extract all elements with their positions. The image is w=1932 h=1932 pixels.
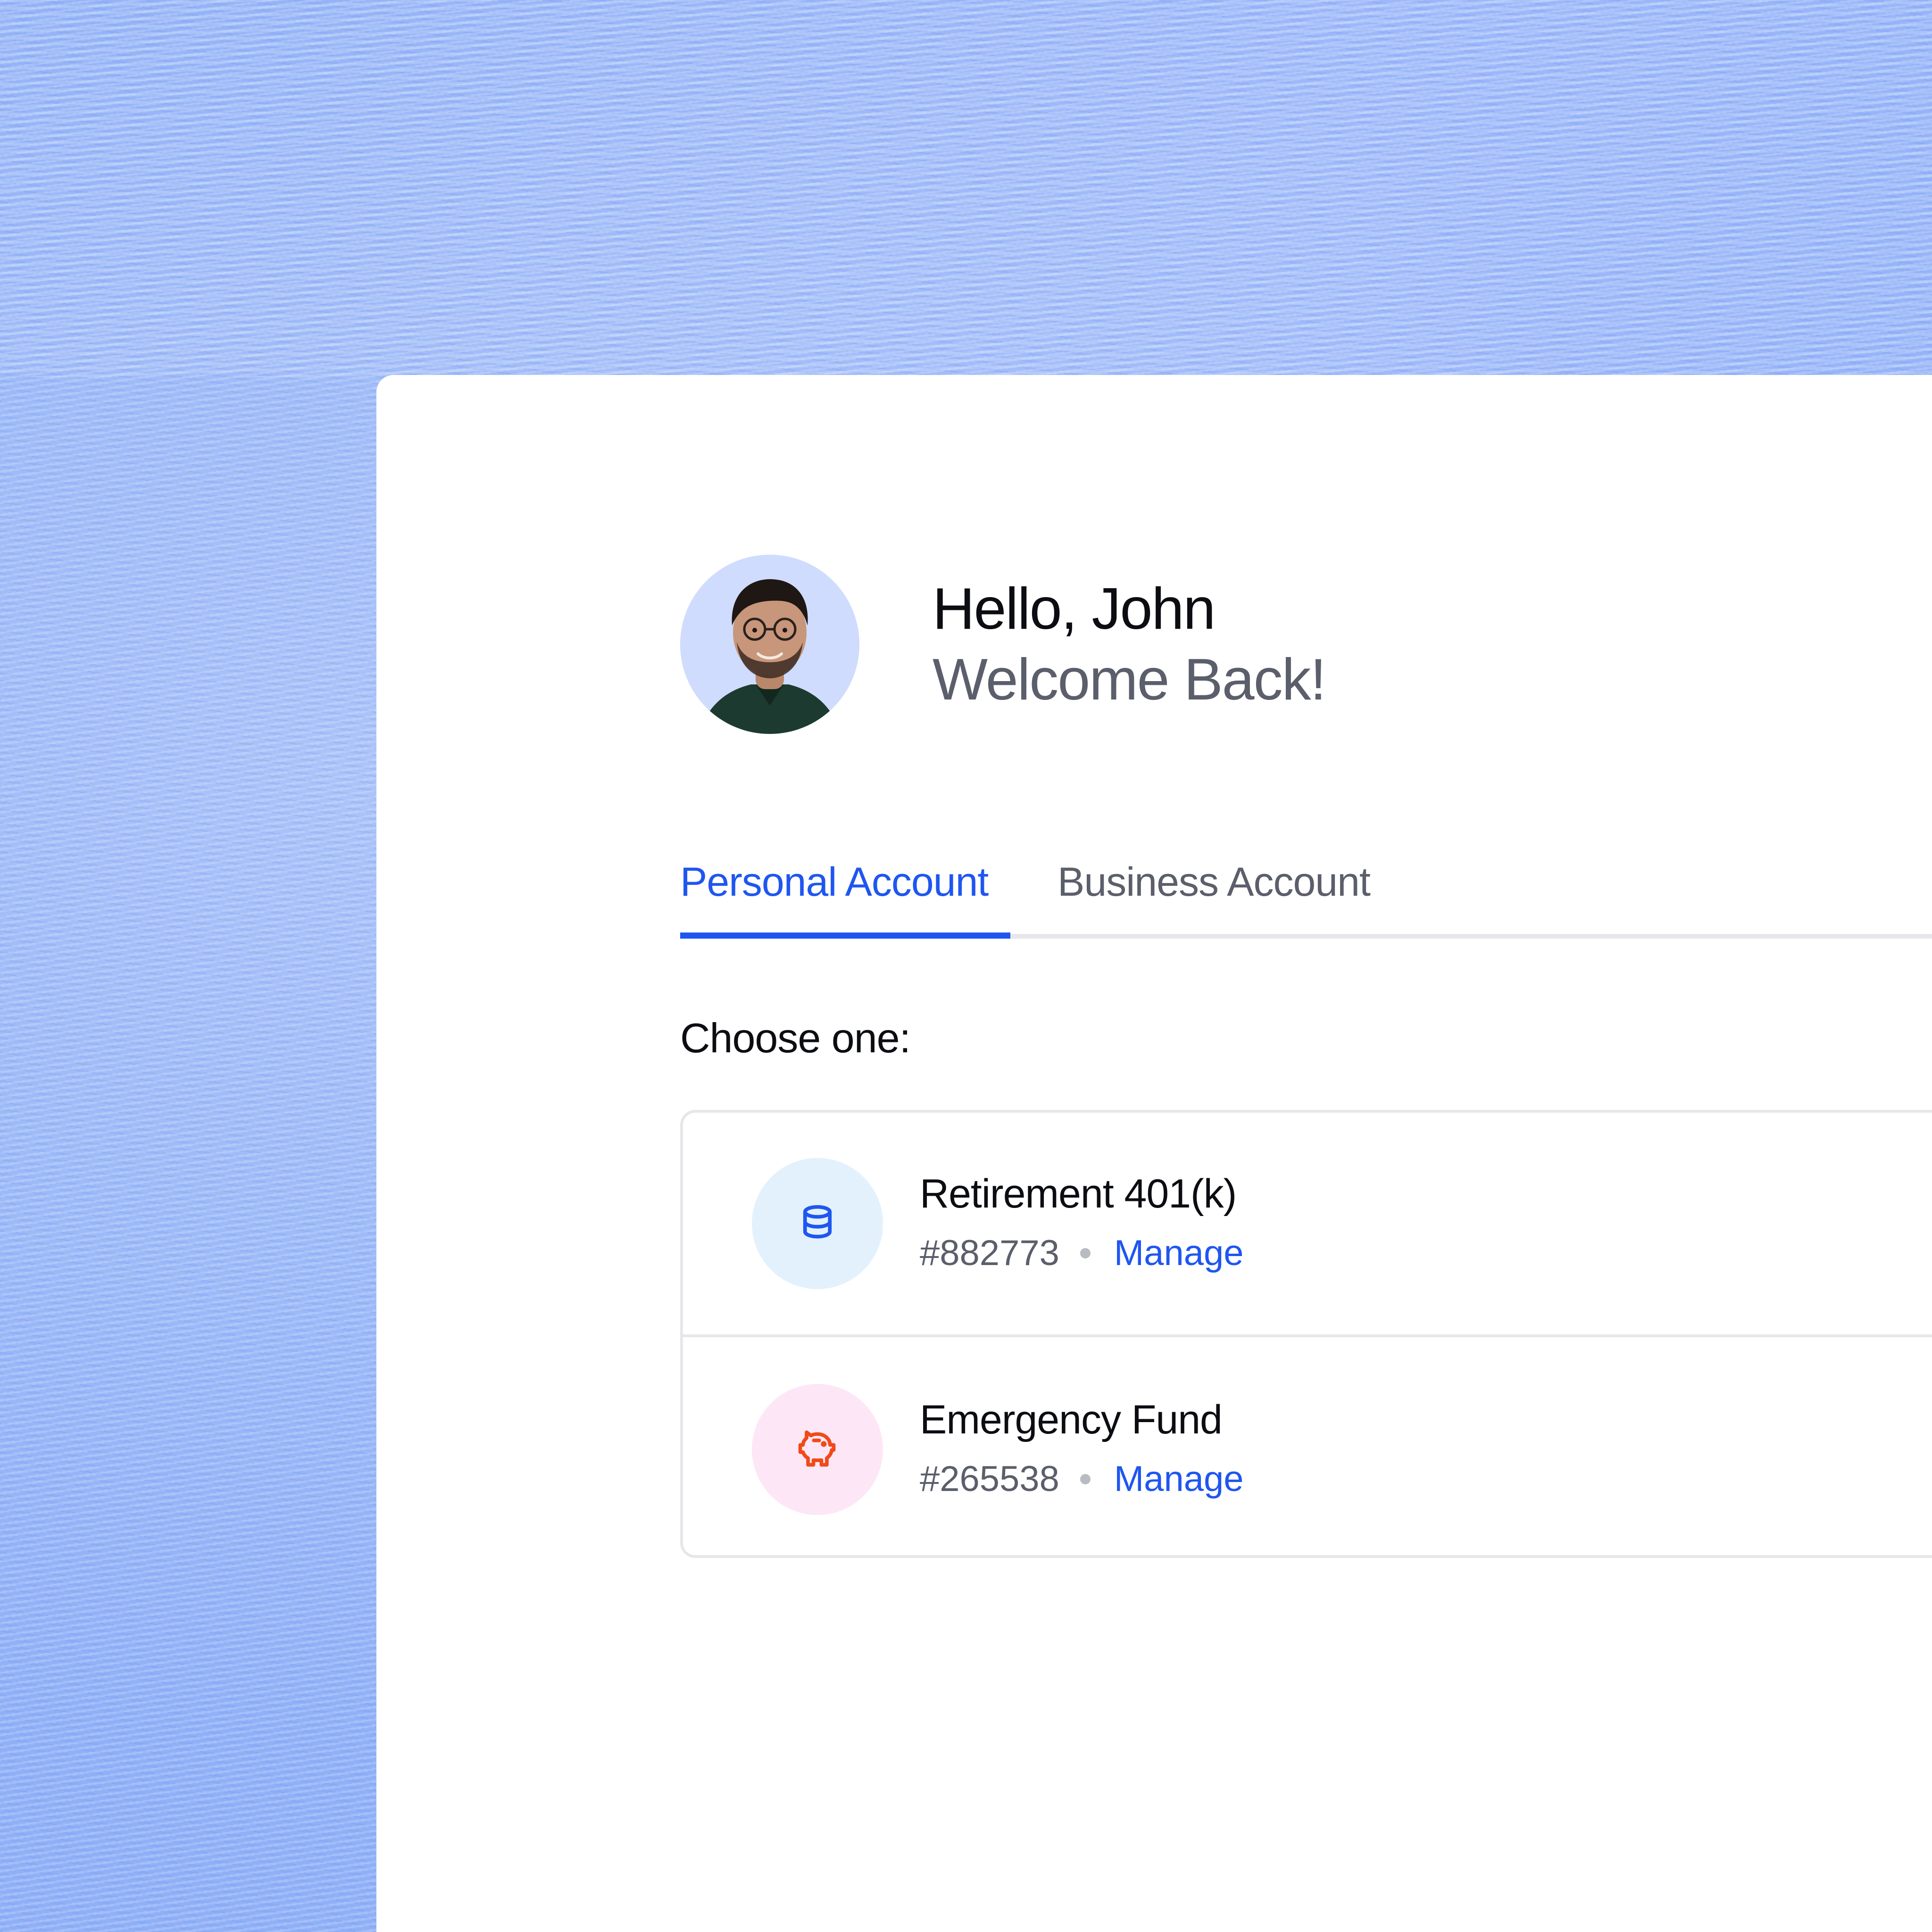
choose-label: Choose one: xyxy=(680,1015,911,1061)
separator-dot xyxy=(1080,1248,1091,1258)
account-meta: #265538 Manage xyxy=(920,1451,1244,1507)
tab-personal-account[interactable]: Personal Account xyxy=(680,847,1010,939)
manage-link[interactable]: Manage xyxy=(1114,1451,1244,1507)
tab-business-account[interactable]: Business Account xyxy=(1058,847,1416,939)
account-icon-badge xyxy=(752,1158,883,1289)
greeting-subtitle: Welcome Back! xyxy=(933,647,1326,712)
piggy-bank-icon xyxy=(796,1427,839,1473)
account-list: Retirement 401(k) #882773 Manage Emergen… xyxy=(680,1110,1932,1558)
account-name: Emergency Fund xyxy=(920,1397,1223,1442)
greeting: Hello, John Welcome Back! xyxy=(933,574,1326,715)
account-tabs: Personal Account Business Account xyxy=(680,847,1932,939)
background-pattern xyxy=(0,0,1932,377)
manage-link[interactable]: Manage xyxy=(1114,1225,1244,1282)
avatar xyxy=(680,555,859,734)
user-header: Hello, John Welcome Back! xyxy=(680,555,1326,734)
account-icon-badge xyxy=(752,1384,883,1515)
dashboard-card: Hello, John Welcome Back! Personal Accou… xyxy=(376,375,1932,1932)
account-meta: #882773 Manage xyxy=(920,1225,1244,1282)
account-info: Retirement 401(k) #882773 Manage xyxy=(920,1166,1244,1282)
account-number: #882773 xyxy=(920,1233,1059,1273)
greeting-title: Hello, John xyxy=(933,576,1216,641)
database-coins-icon xyxy=(798,1203,837,1245)
list-item[interactable]: Emergency Fund #265538 Manage xyxy=(683,1337,1932,1562)
separator-dot xyxy=(1080,1474,1091,1484)
account-number: #265538 xyxy=(920,1459,1059,1499)
account-info: Emergency Fund #265538 Manage xyxy=(920,1391,1244,1507)
list-item[interactable]: Retirement 401(k) #882773 Manage xyxy=(683,1113,1932,1337)
account-name: Retirement 401(k) xyxy=(920,1171,1237,1216)
